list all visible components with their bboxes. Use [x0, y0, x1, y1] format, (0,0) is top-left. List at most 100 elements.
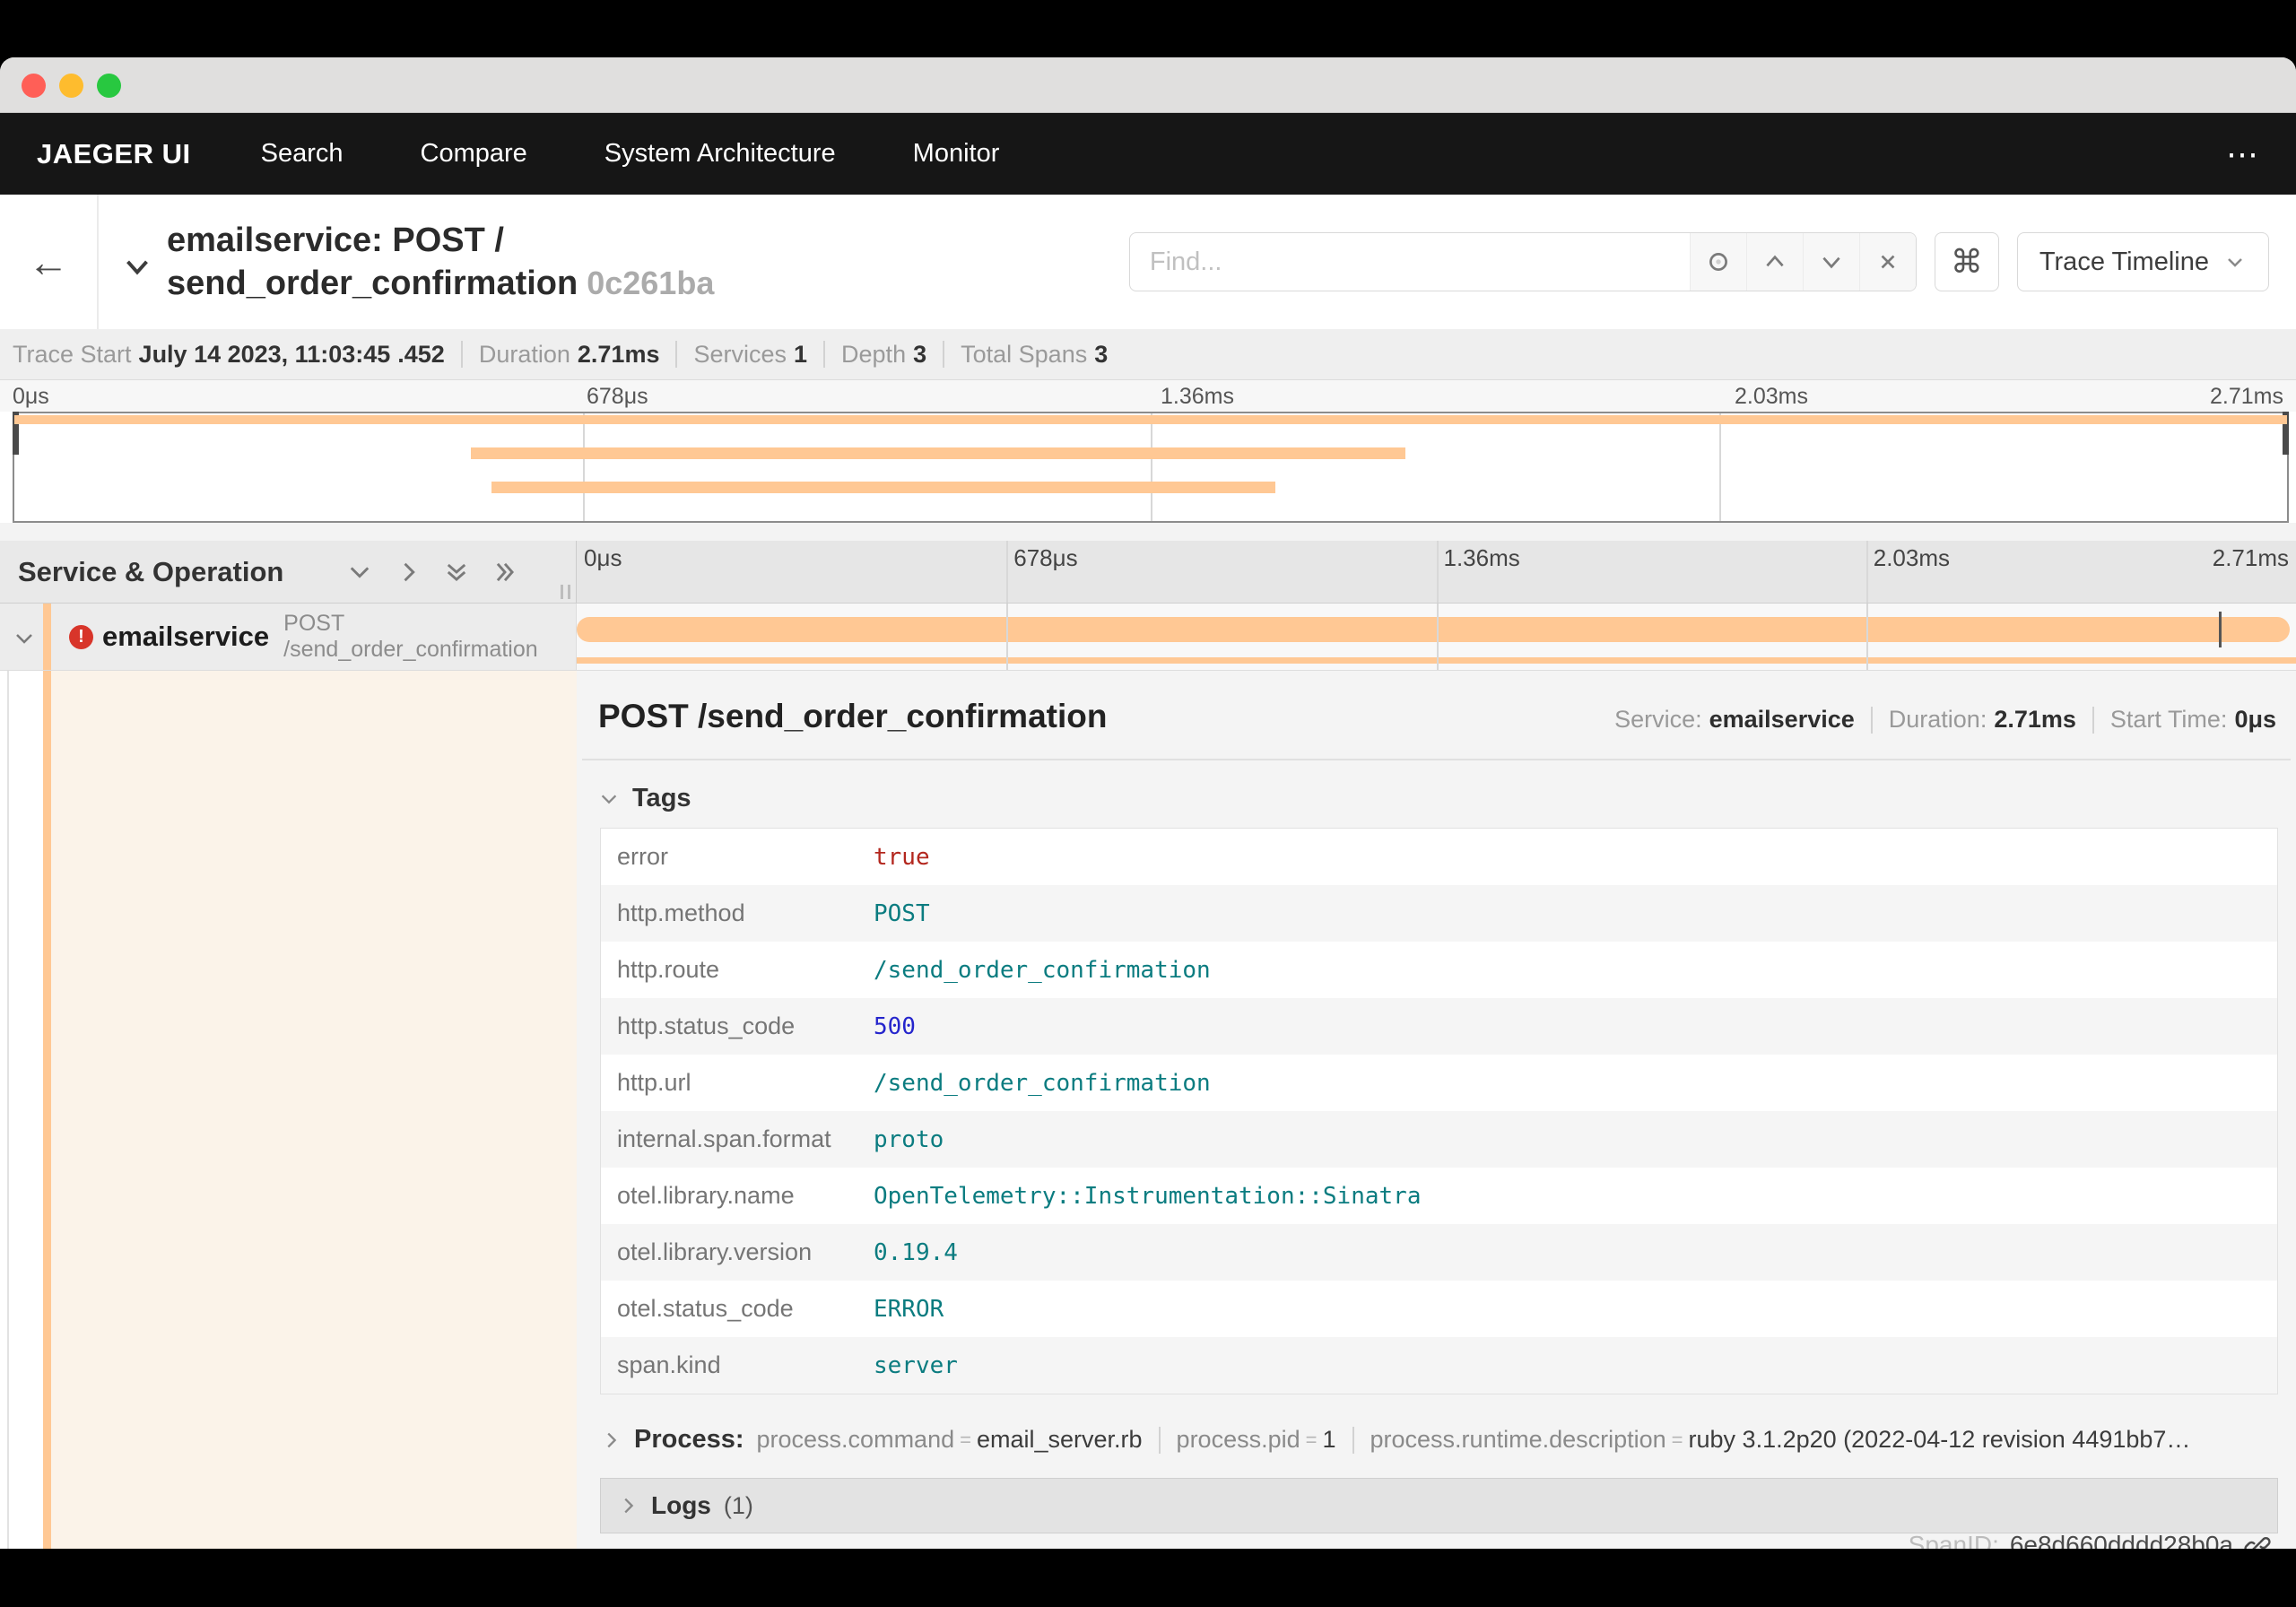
span-row-timeline-cell[interactable] [577, 604, 2296, 670]
trace-overview-minimap[interactable] [13, 412, 2289, 523]
gridline [1866, 541, 1868, 603]
prev-match-chevron-up-icon[interactable] [1745, 233, 1803, 291]
tag-value: OpenTelemetry::Instrumentation::Sinatra [874, 1182, 1422, 1210]
gridline [1866, 604, 1868, 670]
divider [1870, 706, 1873, 734]
collapse-trace-chevron-down-icon[interactable] [122, 251, 152, 286]
gridline [1436, 604, 1439, 670]
timeline-header: 0μs 678μs 1.36ms 2.03ms 2.71ms [577, 541, 2296, 603]
find-input[interactable] [1129, 233, 1690, 291]
process-section-toggle[interactable]: Process: process.command = email_server.rb… [600, 1425, 2278, 1455]
tag-row[interactable]: internal.span.format proto [601, 1111, 2277, 1168]
trace-start-value: July 14 2023, 11:03:45 [138, 340, 391, 368]
tick-label: 2.71ms [2210, 384, 2283, 409]
tag-row[interactable]: otel.status_code ERROR [601, 1281, 2277, 1337]
divider [460, 341, 463, 368]
gridline [1006, 541, 1009, 603]
tag-row[interactable]: otel.library.name OpenTelemetry::Instrume… [601, 1168, 2277, 1224]
process-value: ruby 3.1.2p20 (2022-04-12 revision 4491b… [1688, 1426, 2191, 1453]
close-window-button[interactable] [22, 74, 46, 98]
error-icon: ! [69, 625, 93, 649]
timeline-grid-header: Service & Operation 0μs 678μs 1.36ms 2.03ms… [0, 541, 2296, 604]
process-key: process.pid [1176, 1426, 1300, 1453]
tag-row[interactable]: http.url/send_order_confirmation [601, 1055, 2277, 1111]
tag-key: otel.library.version [617, 1238, 813, 1265]
gridline [582, 413, 585, 521]
depth-label: Depth [841, 340, 907, 368]
app-window: JAEGER UI Search Compare System Architec… [0, 57, 2296, 1549]
equals-sign: = [960, 1428, 971, 1451]
tick-label: 1.36ms [1161, 384, 1234, 409]
span-row-emailservice[interactable]: ! emailservice POST /send_order_confirma… [0, 604, 2296, 671]
back-arrow-icon: ← [28, 239, 69, 285]
nav-item-monitor[interactable]: Monitor [913, 139, 1000, 169]
zoom-window-button[interactable] [97, 74, 121, 98]
tick-label: 0μs [584, 544, 622, 571]
divider [1158, 1426, 1161, 1454]
tag-key: http.status_code [617, 1012, 796, 1039]
nav-item-search[interactable]: Search [261, 139, 344, 169]
trace-start-label: Trace Start [13, 340, 132, 368]
collapse-all-chevron-down-icon[interactable] [346, 559, 373, 586]
duration-value: 2.71ms [577, 340, 660, 368]
start-time-label: Start Time: [2109, 706, 2228, 733]
service-operation-label: Service & Operation [18, 555, 284, 587]
logs-section-toggle[interactable]: Logs (1) [600, 1478, 2278, 1533]
minimap-span-bar [491, 482, 1276, 493]
tag-value: proto [874, 1125, 944, 1153]
tag-row[interactable]: span.kind server [601, 1337, 2277, 1394]
trace-view-selector[interactable]: Trace Timeline [2016, 232, 2269, 291]
total-spans-value: 3 [1094, 340, 1109, 368]
expand-one-chevron-right-icon[interactable] [395, 559, 422, 586]
span-detail-meta: Service: emailservice Duration: 2.71ms S… [1614, 706, 2276, 734]
trace-summary-bar: Trace Start July 14 2023, 11:03:45.452 D… [0, 329, 2296, 380]
expand-all-double-chevron-right-icon[interactable] [491, 559, 518, 586]
span-row-label-cell[interactable]: ! emailservice POST /send_order_confirma… [0, 604, 577, 670]
divider [582, 759, 2291, 760]
span-collapse-chevron-down-icon[interactable] [13, 627, 36, 655]
find-group [1128, 232, 1917, 291]
clear-find-icon[interactable] [1858, 233, 1916, 291]
minimize-window-button[interactable] [59, 74, 83, 98]
tag-row[interactable]: http.route/send_order_confirmation [601, 942, 2277, 998]
minimap-span-bar [471, 447, 1405, 459]
nav-overflow-icon[interactable]: ⋯ [2226, 135, 2260, 173]
tag-row[interactable]: otel.library.version 0.19.4 [601, 1224, 2277, 1281]
span-id-label: SpanID: [1908, 1531, 1999, 1549]
nav-item-compare[interactable]: Compare [421, 139, 527, 169]
chevron-down-icon [601, 794, 617, 804]
tag-row[interactable]: http.status_code 500 [601, 998, 2277, 1055]
process-key: process.command [756, 1426, 955, 1453]
tag-key: span.kind [617, 1351, 721, 1378]
link-icon[interactable] [2244, 1532, 2271, 1549]
tag-value: /send_order_confirmation [874, 956, 1211, 984]
collapse-all-double-chevron-down-icon[interactable] [443, 559, 470, 586]
duration-value: 2.71ms [1994, 706, 2076, 733]
trace-page-header: ← emailservice: POST / send_order_confir… [0, 195, 2296, 329]
tag-key: http.url [617, 1069, 691, 1096]
tag-value: server [874, 1351, 958, 1379]
span-operation-name: POST /send_order_confirmation [283, 611, 538, 662]
column-resize-handle[interactable] [561, 585, 570, 599]
overview-tick-labels: 0μs 678μs 1.36ms 2.03ms 2.71ms [0, 380, 2296, 412]
tag-key: http.method [617, 899, 745, 926]
tag-row[interactable]: error true [601, 829, 2277, 885]
divider [2092, 706, 2094, 734]
service-label: Service: [1614, 706, 1702, 733]
back-button[interactable]: ← [0, 195, 99, 329]
focus-match-icon[interactable] [1689, 233, 1746, 291]
divider [943, 341, 945, 368]
nav-item-system-architecture[interactable]: System Architecture [604, 139, 836, 169]
keyboard-shortcuts-button[interactable]: ⌘ [1934, 232, 1999, 291]
window-titlebar[interactable] [0, 57, 2296, 113]
jaeger-logo[interactable]: JAEGER UI [37, 138, 191, 170]
equals-sign: = [1671, 1428, 1683, 1451]
tick-label: 678μs [587, 384, 648, 409]
next-match-chevron-down-icon[interactable] [1802, 233, 1859, 291]
span-end-marker [2218, 612, 2222, 647]
tag-row[interactable]: http.method POST [601, 885, 2277, 942]
span-duration-bar[interactable] [577, 617, 2290, 642]
trace-start-ms: .452 [397, 340, 445, 368]
tags-section-toggle[interactable]: Tags [598, 784, 2296, 813]
tags-label: Tags [632, 784, 691, 812]
